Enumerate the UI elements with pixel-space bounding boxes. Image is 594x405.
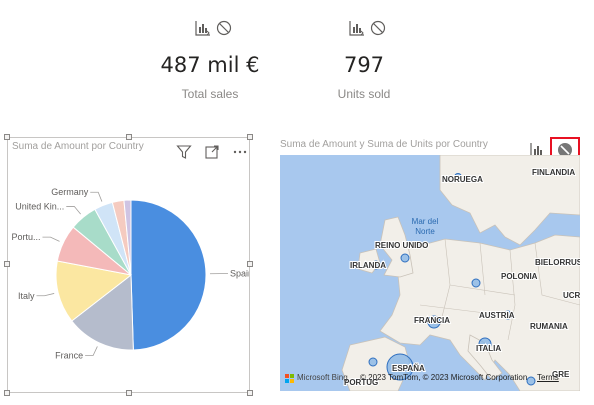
leader-line: [90, 191, 103, 202]
not-allowed-icon[interactable]: [370, 20, 386, 41]
analytics-icon[interactable]: [349, 20, 365, 41]
kpi-label: Units sold: [337, 87, 391, 101]
data-bubble[interactable]: [368, 357, 378, 367]
data-bubble[interactable]: [400, 253, 410, 263]
kpi-label: Total sales: [181, 87, 239, 101]
kpi-value: 487 mil €: [160, 53, 260, 77]
country-label: IRLANDA: [350, 261, 386, 270]
resize-handle[interactable]: [247, 390, 253, 396]
data-bubble[interactable]: [471, 278, 481, 288]
resize-handle[interactable]: [4, 390, 10, 396]
slice-label: Portu...: [11, 232, 40, 242]
resize-handle[interactable]: [247, 134, 253, 140]
kpi-value: 797: [343, 53, 385, 77]
map-canvas[interactable]: Mar del Norte NORUEGA FINLANDIA REINO UN…: [280, 155, 580, 391]
country-label: BIELORRUS: [535, 258, 580, 267]
slice-label: Spain: [230, 269, 249, 279]
kpi-units-sold: 797 Units sold: [304, 18, 424, 103]
resize-handle[interactable]: [126, 134, 132, 140]
bing-brand: Microsoft Bing: [297, 373, 348, 382]
kpi-total-sales: 487 mil € Total sales: [150, 18, 270, 103]
country-label: FRANCIA: [414, 316, 450, 325]
resize-handle[interactable]: [4, 261, 10, 267]
pie-slice[interactable]: [130, 199, 207, 351]
terms-link[interactable]: Terms: [537, 373, 559, 382]
slice-label: United Kin...: [15, 201, 64, 211]
pie-chart-card[interactable]: Suma de Amount por Country Spain France It…: [4, 134, 253, 396]
chart-title: Suma de Amount y Suma de Units por Count…: [280, 139, 488, 150]
country-label: NORUEGA: [442, 175, 483, 184]
pie-chart[interactable]: Spain France Italy Portu... United Kin... Ger…: [8, 168, 249, 392]
more-options-icon[interactable]: [232, 144, 248, 165]
country-label: AUSTRIA: [479, 311, 515, 320]
map-attribution-bar: Microsoft Bing © 2023 TomTom, © 2023 Mic…: [280, 371, 580, 387]
not-allowed-icon[interactable]: [216, 20, 232, 41]
map-svg: Mar del Norte NORUEGA FINLANDIA REINO UN…: [341, 155, 580, 391]
country-label: ITALIA: [476, 344, 501, 353]
microsoft-logo-icon: [285, 374, 294, 383]
resize-handle[interactable]: [247, 261, 253, 267]
filter-icon[interactable]: [176, 144, 192, 165]
focus-mode-icon[interactable]: [204, 144, 220, 165]
slice-label: Germany: [51, 187, 89, 197]
resize-handle[interactable]: [4, 134, 10, 140]
resize-handle[interactable]: [126, 390, 132, 396]
analytics-icon[interactable]: [195, 20, 211, 41]
map-attribution: © 2023 TomTom, © 2023 Microsoft Corporat…: [360, 373, 528, 382]
sea-label: Norte: [415, 227, 435, 236]
slice-label: France: [55, 351, 83, 361]
sea-label: Mar del: [412, 217, 439, 226]
country-label: RUMANIA: [530, 322, 568, 331]
leader-line: [85, 346, 98, 356]
country-label: REINO UNIDO: [375, 241, 428, 250]
country-label: FINLANDIA: [532, 168, 575, 177]
leader-line: [36, 293, 55, 297]
slice-label: Italy: [18, 291, 35, 301]
country-label: UCRA: [563, 291, 580, 300]
country-label: POLONIA: [501, 272, 538, 281]
map-card[interactable]: Suma de Amount y Suma de Units por Count…: [279, 137, 582, 393]
chart-title: Suma de Amount por Country: [12, 141, 144, 152]
leader-line: [42, 236, 60, 242]
leader-line: [66, 206, 81, 215]
